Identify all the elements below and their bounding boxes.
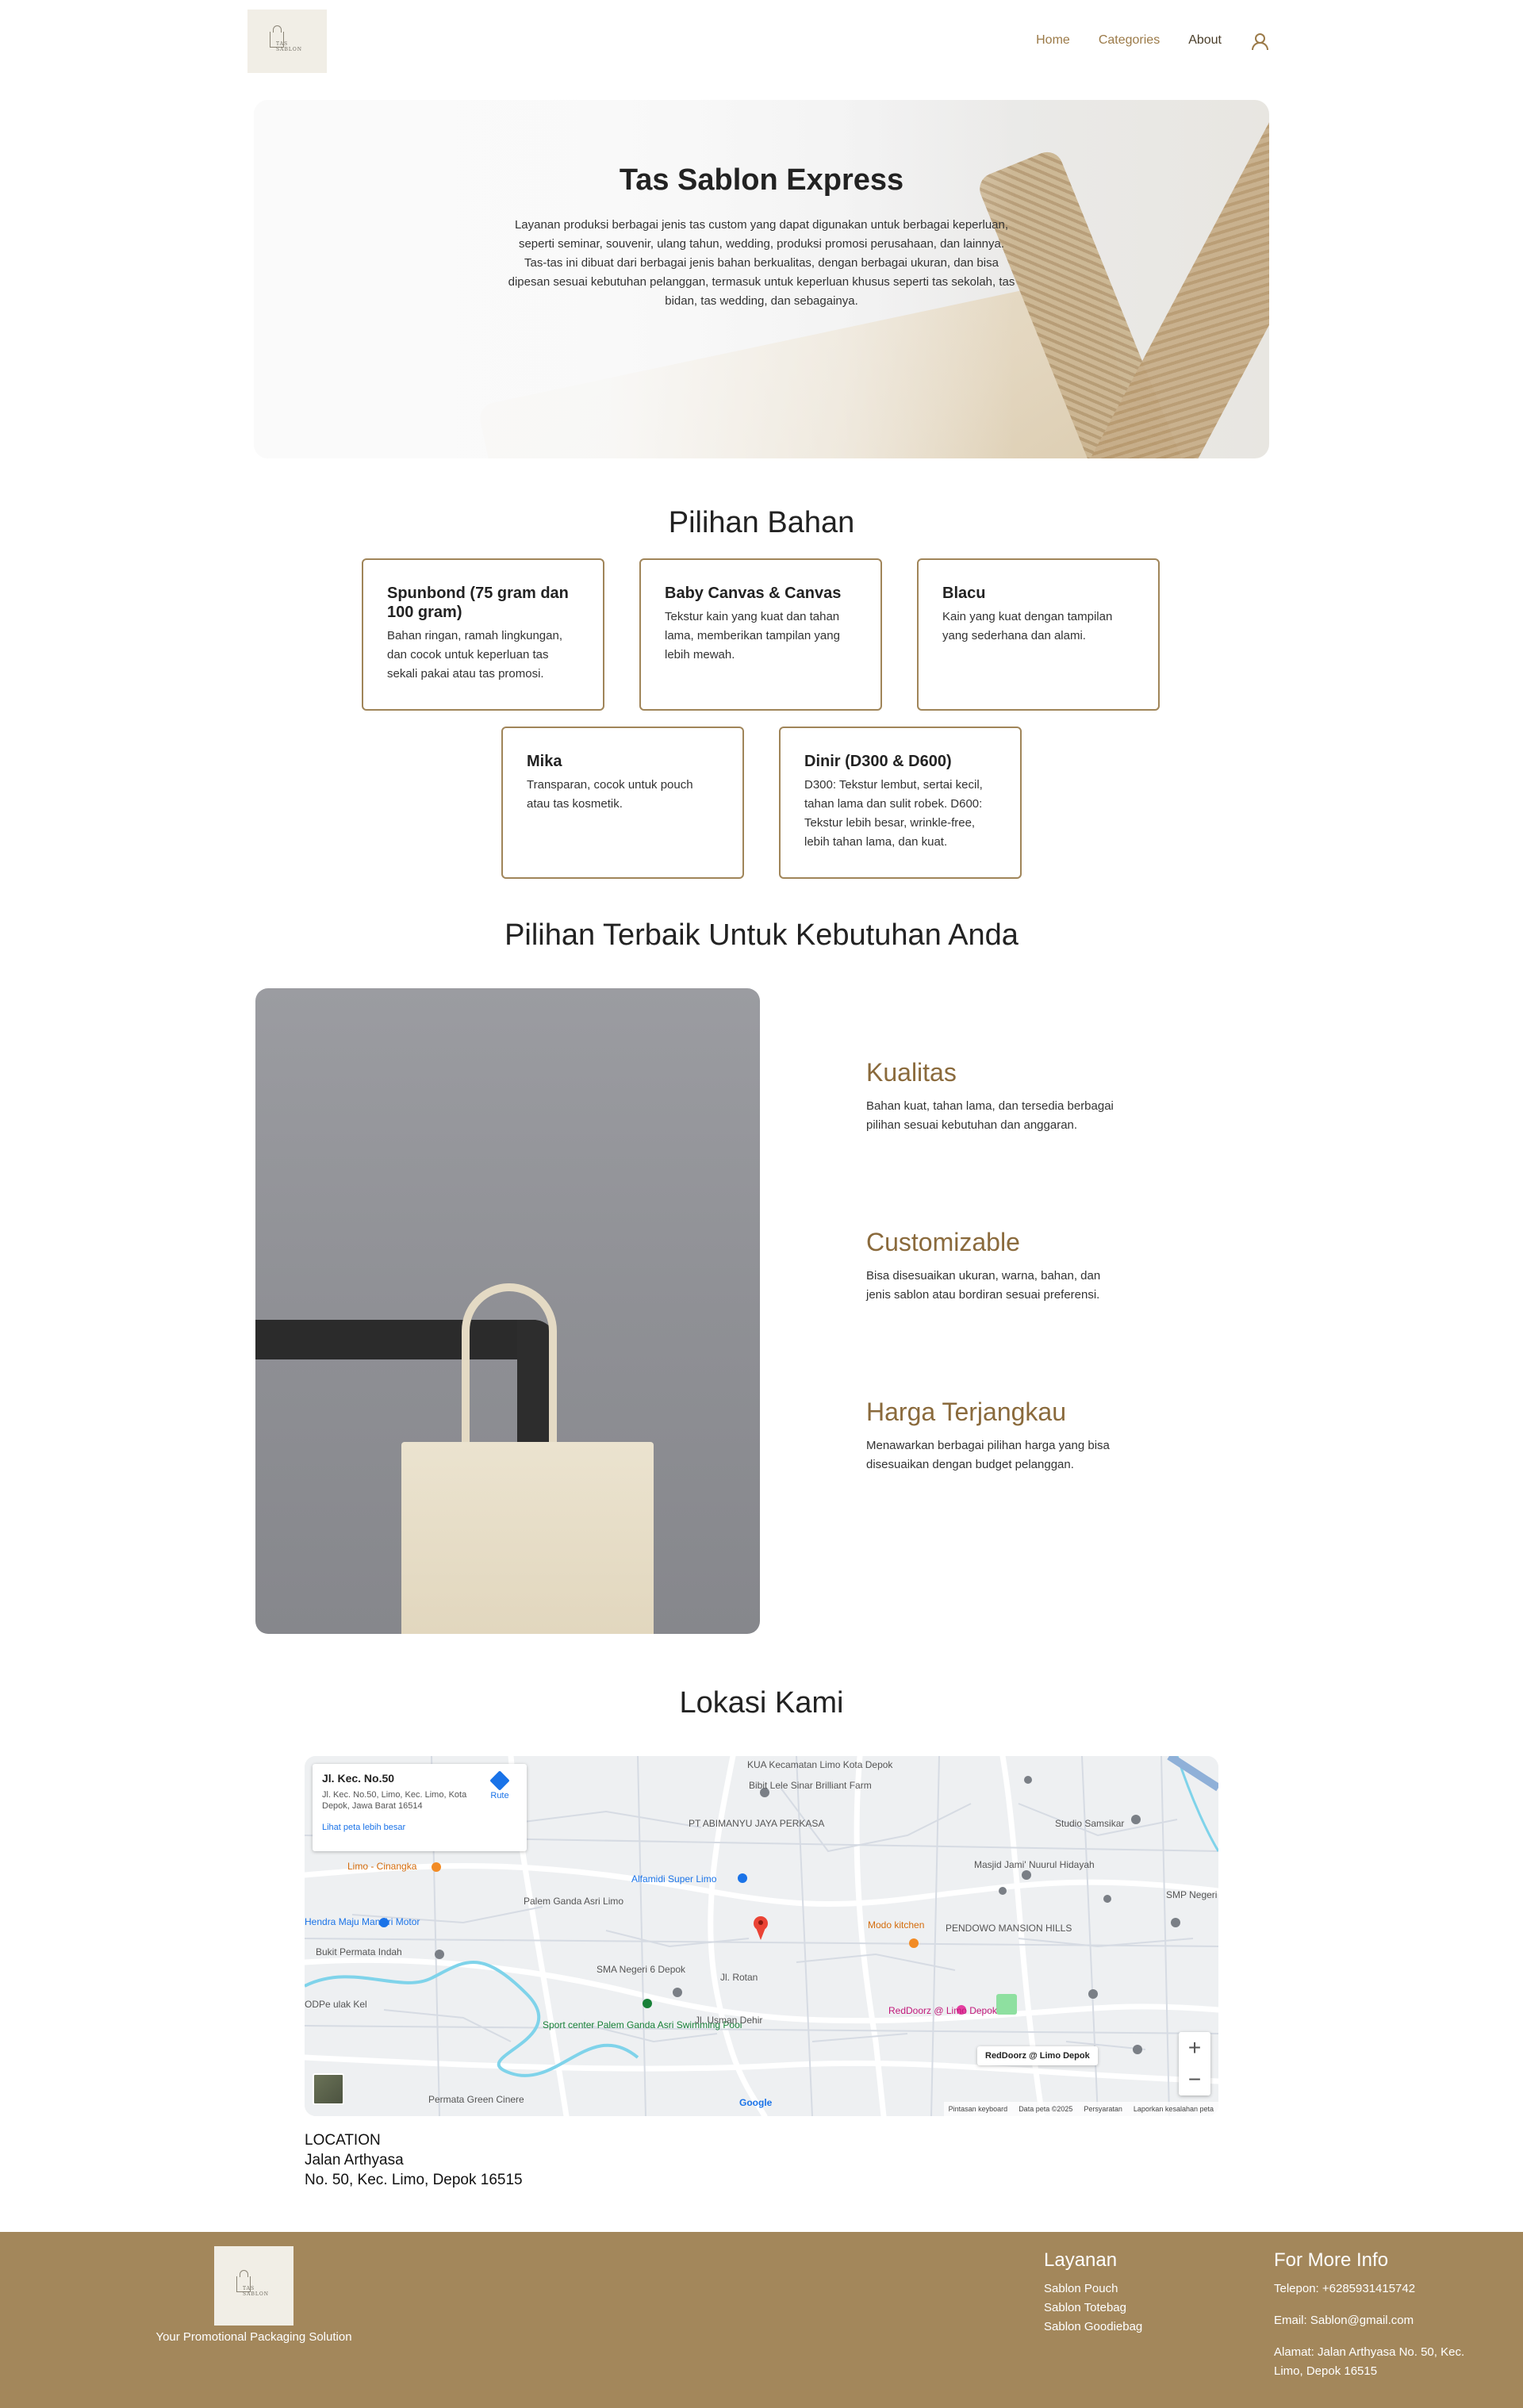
map-label: Masjid Jami' Nuurul Hidayah bbox=[974, 1859, 1095, 1870]
map-label: Bukit Permata Indah bbox=[316, 1946, 402, 1957]
map-place-card: Jl. Kec. No.50 Jl. Kec. No.50, Limo, Kec… bbox=[313, 1764, 527, 1851]
site-footer: TAS SABLON Your Promotional Packaging So… bbox=[0, 2232, 1523, 2408]
footer-services-title: Layanan bbox=[1044, 2249, 1118, 2271]
address-block: LOCATION Jalan Arthyasa No. 50, Kec. Lim… bbox=[305, 2130, 523, 2190]
footer-tagline: Your Promotional Packaging Solution bbox=[155, 2330, 352, 2344]
map-label: Permata Green Cinere bbox=[428, 2094, 524, 2105]
map-place-address: Jl. Kec. No.50, Limo, Kec. Limo, Kota De… bbox=[322, 1790, 467, 1811]
route-label: Rute bbox=[490, 1791, 509, 1800]
footer-email: Email: Sablon@gmail.com bbox=[1274, 2314, 1414, 2327]
nav-categories-link[interactable]: Categories bbox=[1099, 33, 1160, 48]
materials-title: Pilihan Bahan bbox=[668, 506, 855, 539]
map-label: Hendra Maju Mandiri Motor bbox=[305, 1916, 420, 1927]
top-nav: TAS SABLON Home Categories About bbox=[0, 0, 1523, 82]
terms-link[interactable]: Persyaratan bbox=[1084, 2105, 1122, 2113]
map-label: SMA Negeri 6 Depok bbox=[597, 1964, 686, 1975]
material-card-desc: Tekstur kain yang kuat dan tahan lama, m… bbox=[665, 610, 840, 661]
benefit-desc: Bisa disesuaikan ukuran, warna, bahan, d… bbox=[866, 1269, 1101, 1302]
satellite-layer-button[interactable] bbox=[313, 2073, 344, 2105]
benefit-item: Customizable Bisa disesuaikan ukuran, wa… bbox=[866, 1228, 1128, 1305]
benefit-item: Harga Terjangkau Menawarkan berbagai pil… bbox=[866, 1398, 1128, 1474]
footer-services: Layanan Sablon Pouch Sablon Totebag Sabl… bbox=[1044, 2249, 1142, 2337]
map-label: Jl. Rotan bbox=[720, 1972, 758, 1983]
map-zoom-controls: + − bbox=[1179, 2032, 1210, 2095]
benefit-title: Customizable bbox=[866, 1228, 1020, 1256]
material-card-title: Mika bbox=[527, 753, 562, 770]
footer-service-link[interactable]: Sablon Pouch bbox=[1044, 2280, 1142, 2299]
google-logo: Google bbox=[739, 2097, 773, 2108]
footer-logo[interactable]: TAS SABLON bbox=[214, 2246, 293, 2326]
footer-address: Alamat: Jalan Arthyasa No. 50, Kec. Limo… bbox=[1274, 2345, 1465, 2378]
hero-banner: Tas Sablon Express Layanan produksi berb… bbox=[254, 100, 1269, 458]
map-label: Palem Ganda Asri Limo bbox=[524, 1896, 624, 1907]
google-map-embed[interactable]: KUA Kecamatan Limo Kota Depok Bibit Lele… bbox=[305, 1756, 1218, 2116]
nav-links: Home Categories About bbox=[1007, 32, 1268, 50]
tote-bag-photo bbox=[255, 988, 760, 1634]
material-card-title: Dinir (D300 & D600) bbox=[804, 753, 952, 770]
footer-phone: Telepon: +6285931415742 bbox=[1274, 2282, 1416, 2295]
material-card-title: Baby Canvas & Canvas bbox=[665, 585, 842, 602]
bag-logo-icon: TAS SABLON bbox=[259, 24, 316, 59]
footer-service-link[interactable]: Sablon Goodiebag bbox=[1044, 2318, 1142, 2337]
map-label: KUA Kecamatan Limo Kota Depok bbox=[747, 1759, 893, 1770]
map-label: Limo - Cinangka bbox=[347, 1861, 417, 1872]
footer-contact-title: For More Info bbox=[1274, 2249, 1389, 2271]
bag-logo-icon: TAS SABLON bbox=[225, 2268, 282, 2303]
material-card-title: Blacu bbox=[942, 585, 986, 602]
user-account-icon[interactable] bbox=[1250, 32, 1268, 50]
address-line: Jalan Arthyasa bbox=[305, 2152, 404, 2168]
map-label: Modo kitchen bbox=[868, 1919, 925, 1931]
footer-service-link[interactable]: Sablon Totebag bbox=[1044, 2299, 1142, 2318]
location-title: Lokasi Kami bbox=[679, 1686, 844, 1720]
material-card-desc: Transparan, cocok untuk pouch atau tas k… bbox=[527, 778, 693, 811]
material-card-title: Spunbond (75 gram dan 100 gram) bbox=[387, 585, 569, 621]
benefit-title: Kualitas bbox=[866, 1058, 957, 1087]
benefits-title: Pilihan Terbaik Untuk Kebutuhan Anda bbox=[504, 918, 1019, 952]
map-label: Studio Samsikar bbox=[1055, 1818, 1125, 1829]
material-card: Spunbond (75 gram dan 100 gram) Bahan ri… bbox=[362, 558, 604, 711]
site-logo[interactable]: TAS SABLON bbox=[247, 10, 327, 73]
map-footer: Pintasan keyboard Data peta ©2025 Persya… bbox=[943, 2102, 1218, 2116]
keyboard-shortcuts-link[interactable]: Pintasan keyboard bbox=[949, 2105, 1008, 2113]
map-label: Bibit Lele Sinar Brilliant Farm bbox=[749, 1780, 872, 1791]
directions-icon bbox=[489, 1770, 510, 1791]
footer-contact: For More Info Telepon: +6285931415742 Em… bbox=[1274, 2249, 1496, 2394]
nav-home-link[interactable]: Home bbox=[1036, 33, 1070, 48]
benefit-item: Kualitas Bahan kuat, tahan lama, dan ter… bbox=[866, 1058, 1128, 1135]
address-label: LOCATION bbox=[305, 2132, 381, 2149]
material-card-desc: Kain yang kuat dengan tampilan yang sede… bbox=[942, 610, 1113, 642]
material-card-desc: Bahan ringan, ramah lingkungan, dan coco… bbox=[387, 629, 562, 681]
material-card-desc: D300: Tekstur lembut, sertai kecil, taha… bbox=[804, 778, 983, 849]
material-card: Dinir (D300 & D600) D300: Tekstur lembut… bbox=[779, 727, 1022, 879]
address-line: No. 50, Kec. Limo, Depok 16515 bbox=[305, 2172, 523, 2188]
route-button[interactable]: Rute bbox=[484, 1770, 516, 1800]
hero-description: Layanan produksi berbagai jenis tas cust… bbox=[508, 218, 1015, 308]
benefit-desc: Menawarkan berbagai pilihan harga yang b… bbox=[866, 1439, 1110, 1471]
map-label: Jl. Usman Dehir bbox=[695, 2015, 763, 2026]
material-card: Mika Transparan, cocok untuk pouch atau … bbox=[501, 727, 744, 879]
zoom-out-button[interactable]: − bbox=[1179, 2064, 1210, 2095]
map-label: SMP Negeri 13 Depok bbox=[1166, 1889, 1218, 1900]
benefit-title: Harga Terjangkau bbox=[866, 1398, 1067, 1426]
map-label: PT ABIMANYU JAYA PERKASA bbox=[689, 1818, 825, 1829]
nav-about-link[interactable]: About bbox=[1188, 33, 1222, 48]
report-error-link[interactable]: Laporkan kesalahan peta bbox=[1134, 2105, 1214, 2113]
benefit-desc: Bahan kuat, tahan lama, dan tersedia ber… bbox=[866, 1099, 1114, 1132]
material-card: Blacu Kain yang kuat dengan tampilan yan… bbox=[917, 558, 1160, 711]
zoom-in-button[interactable]: + bbox=[1179, 2032, 1210, 2064]
map-label: PENDOWO MANSION HILLS bbox=[946, 1923, 1072, 1934]
hero-title: Tas Sablon Express bbox=[619, 163, 904, 197]
map-place-tooltip: RedDoorz @ Limo Depok bbox=[977, 2046, 1098, 2065]
map-label: RedDoorz @ Limo Depok bbox=[888, 2005, 997, 2016]
material-card: Baby Canvas & Canvas Tekstur kain yang k… bbox=[639, 558, 882, 711]
map-data-credit: Data peta ©2025 bbox=[1019, 2105, 1073, 2113]
view-larger-map-link[interactable]: Lihat peta lebih besar bbox=[322, 1823, 517, 1832]
map-label: Alfamidi Super Limo bbox=[631, 1873, 717, 1885]
map-label: ODPe ulak Kel bbox=[305, 1999, 367, 2010]
